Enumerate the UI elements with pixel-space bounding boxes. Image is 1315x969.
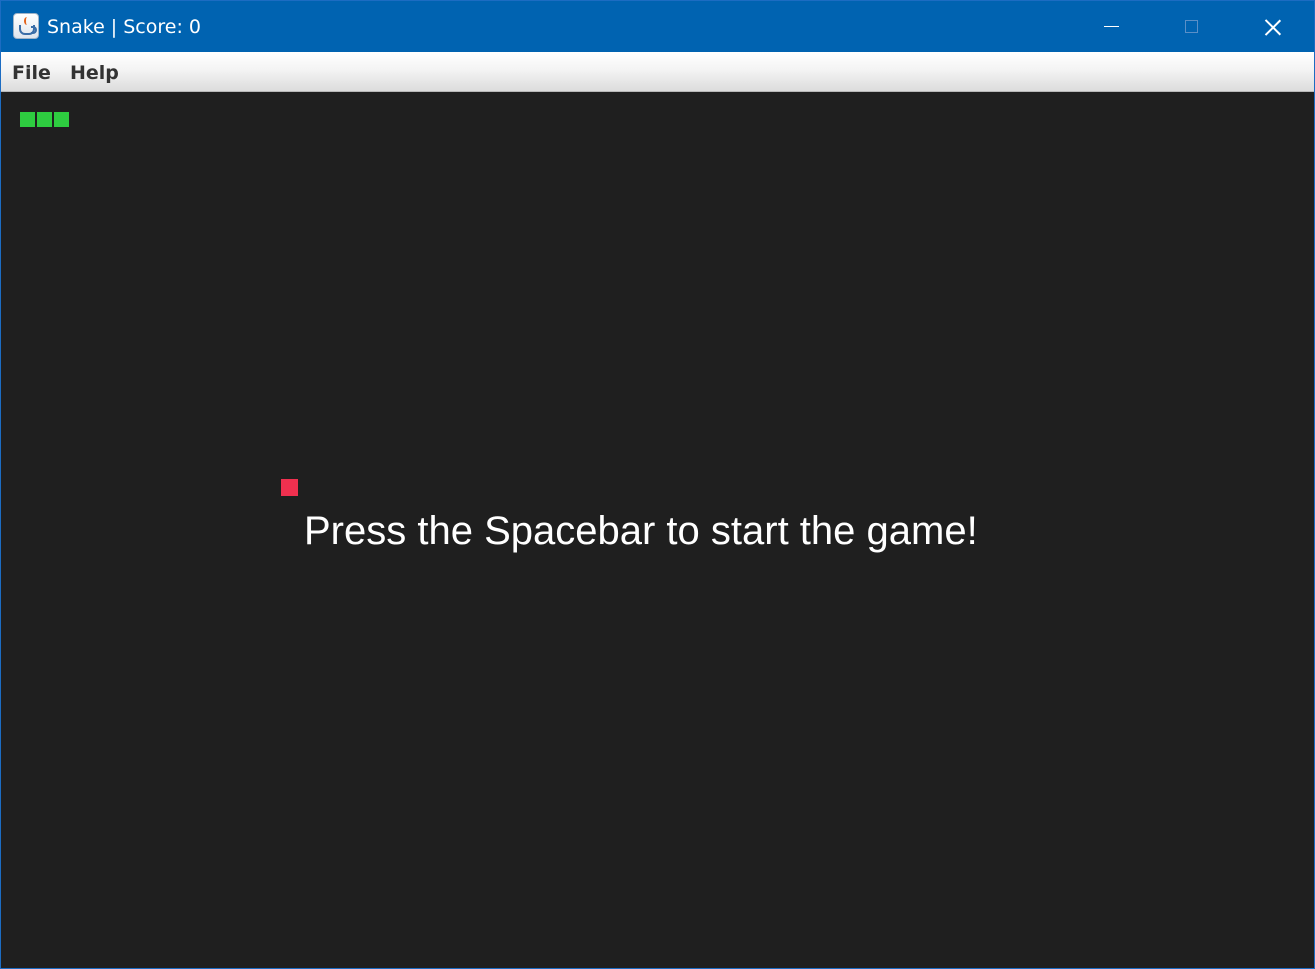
menu-bar: File Help	[1, 52, 1314, 92]
cup-handle-shape	[31, 26, 37, 34]
menu-file[interactable]: File	[12, 62, 51, 84]
close-button[interactable]	[1233, 1, 1313, 52]
food-pellet	[281, 479, 298, 496]
start-message: Press the Spacebar to start the game!	[304, 509, 978, 553]
title-bar[interactable]: Snake | Score: 0	[1, 1, 1314, 52]
snake-segment	[53, 111, 70, 128]
game-board[interactable]: Press the Spacebar to start the game!	[1, 93, 1314, 968]
maximize-button[interactable]	[1152, 1, 1232, 52]
menu-help[interactable]: Help	[70, 62, 119, 84]
app-window: Snake | Score: 0 File Help Press the Spa…	[0, 0, 1315, 969]
java-cup-icon[interactable]	[13, 13, 39, 39]
snake-segment	[19, 111, 36, 128]
snake-segment	[36, 111, 53, 128]
close-icon	[1265, 19, 1281, 35]
minimize-icon	[1104, 26, 1119, 27]
minimize-button[interactable]	[1072, 1, 1152, 52]
window-title: Snake | Score: 0	[47, 16, 201, 38]
steam-shape	[24, 17, 30, 25]
maximize-icon	[1185, 20, 1198, 33]
